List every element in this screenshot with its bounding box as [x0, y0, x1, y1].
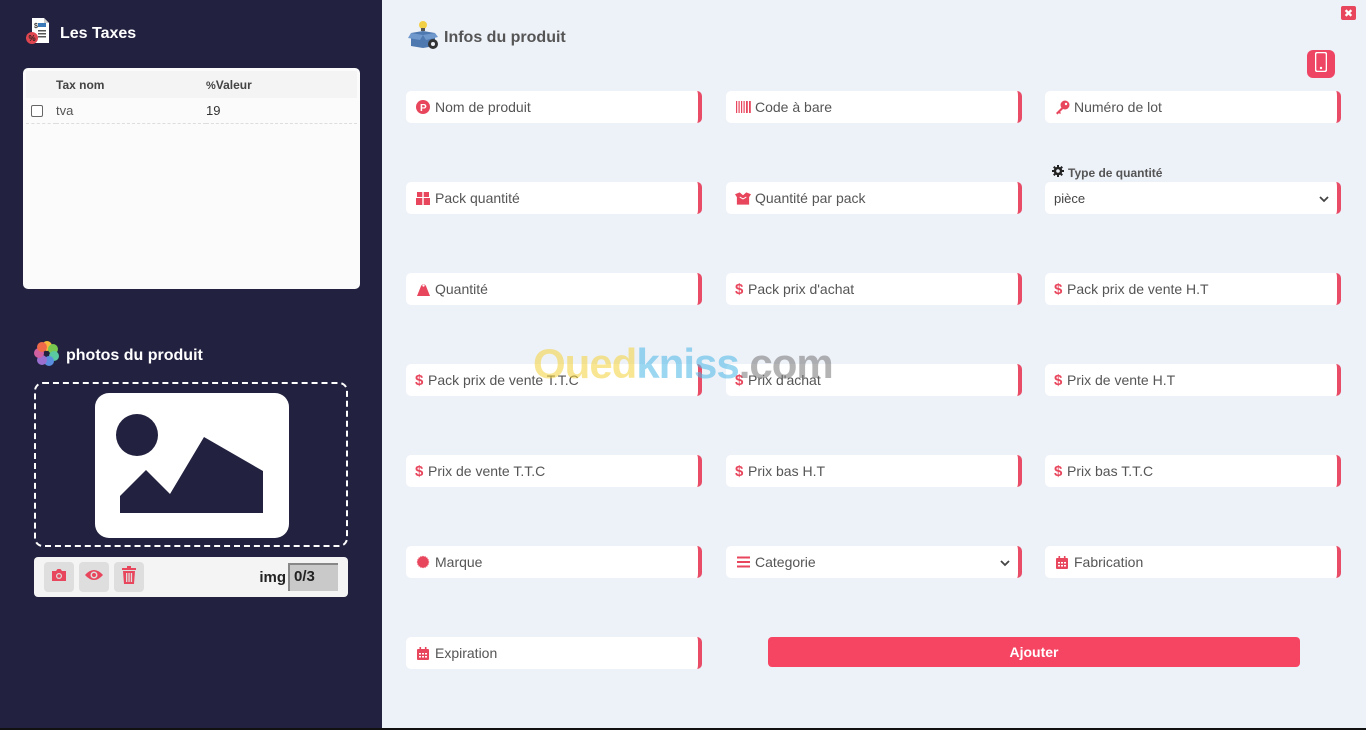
header-tax-value: %Valeur	[206, 71, 357, 98]
open-box-icon	[735, 190, 751, 206]
tax-name-cell: tva	[56, 98, 206, 124]
fabrication-date-input[interactable]: Fabrication	[1045, 546, 1341, 578]
prix-vente-ht-input[interactable]: $ Prix de vente H.T	[1045, 364, 1341, 396]
gear-icon	[1052, 165, 1064, 180]
percent-icon: %	[206, 79, 216, 92]
eye-icon	[84, 568, 104, 587]
chevron-down-icon	[1319, 190, 1329, 206]
prix-bas-ht-input[interactable]: $ Prix bas H.T	[726, 455, 1022, 487]
table-row[interactable]: tva 19	[26, 98, 357, 124]
ajouter-button[interactable]: Ajouter	[768, 637, 1300, 667]
numero-lot-input[interactable]: Numéro de lot	[1045, 91, 1341, 123]
img-label: img	[259, 568, 286, 586]
marque-input[interactable]: Marque	[406, 546, 702, 578]
dollar-icon: $	[1054, 462, 1063, 480]
quantite-par-pack-input[interactable]: Quantité par pack	[726, 182, 1022, 214]
header-checkbox-col	[26, 71, 56, 98]
photos-heading: photos du produit	[34, 340, 203, 371]
page-title-text: Infos du produit	[444, 28, 566, 46]
taxes-table-header: Tax nom %Valeur	[26, 71, 357, 98]
prix-achat-input[interactable]: $ Prix d'achat	[726, 364, 1022, 396]
code-barre-input[interactable]: Code à bare	[726, 91, 1022, 123]
type-quantite-label: Type de quantité	[1052, 165, 1162, 180]
camera-button[interactable]	[44, 562, 74, 592]
expiration-date-input[interactable]: Expiration	[406, 637, 702, 669]
quantite-input[interactable]: Quantité	[406, 273, 702, 305]
mobile-button[interactable]	[1307, 50, 1335, 78]
prix-vente-ttc-input[interactable]: $ Prix de vente T.T.C	[406, 455, 702, 487]
delete-button[interactable]	[114, 562, 144, 592]
product-box-icon	[408, 20, 440, 55]
header-tax-name: Tax nom	[56, 71, 206, 98]
pack-quantite-input[interactable]: Pack quantité	[406, 182, 702, 214]
list-icon	[735, 554, 751, 570]
close-icon: ✖	[1343, 7, 1354, 20]
certificate-icon	[415, 554, 431, 570]
view-button[interactable]	[79, 562, 109, 592]
sidebar: $ % Les Taxes Tax nom %Valeur tva 19 pho…	[0, 0, 382, 728]
dollar-icon: $	[1054, 280, 1063, 298]
photo-toolbar: img 0/3	[34, 557, 348, 597]
p-circle-icon: P	[415, 99, 431, 115]
categorie-select[interactable]: Categorie	[726, 546, 1022, 578]
image-placeholder-icon	[95, 393, 289, 538]
close-button[interactable]: ✖	[1341, 6, 1356, 20]
dollar-icon: $	[415, 462, 424, 480]
dollar-icon: $	[735, 371, 744, 389]
calendar-icon	[415, 645, 431, 661]
trash-icon	[122, 565, 136, 589]
calendar-icon	[1054, 554, 1070, 570]
tax-value-cell: 19	[206, 98, 357, 124]
img-count: 0/3	[288, 563, 338, 591]
dollar-icon: $	[415, 371, 424, 389]
chevron-down-icon	[1000, 554, 1010, 570]
taxes-table-card: Tax nom %Valeur tva 19	[23, 68, 360, 289]
photos-flower-icon	[34, 340, 60, 371]
photos-title: photos du produit	[66, 346, 203, 364]
svg-text:P: P	[420, 103, 427, 114]
pack-prix-vente-ttc-input[interactable]: $ Pack prix de vente T.T.C	[406, 364, 702, 396]
taxes-table: Tax nom %Valeur tva 19	[26, 71, 357, 124]
pack-prix-vente-ht-input[interactable]: $ Pack prix de vente H.T	[1045, 273, 1341, 305]
page-title: Infos du produit	[408, 20, 566, 55]
nom-produit-input[interactable]: P Nom de produit	[406, 91, 702, 123]
tax-document-icon: $ %	[24, 16, 54, 51]
weight-icon	[415, 281, 431, 297]
barcode-icon	[735, 99, 751, 115]
photo-drop-zone[interactable]	[34, 382, 348, 547]
type-quantite-select[interactable]: pièce	[1045, 182, 1341, 214]
camera-icon	[51, 568, 67, 587]
svg-text:%: %	[29, 34, 36, 43]
taxes-title: Les Taxes	[60, 24, 137, 42]
mobile-phone-icon	[1314, 51, 1328, 77]
dollar-icon: $	[1054, 371, 1063, 389]
gift-box-icon	[415, 190, 431, 206]
key-icon	[1054, 99, 1070, 115]
row-checkbox[interactable]	[31, 105, 43, 118]
dollar-icon: $	[735, 280, 744, 298]
taxes-heading: $ % Les Taxes	[24, 16, 136, 51]
prix-bas-ttc-input[interactable]: $ Prix bas T.T.C	[1045, 455, 1341, 487]
svg-text:$: $	[34, 23, 38, 30]
dollar-icon: $	[735, 462, 744, 480]
pack-prix-achat-input[interactable]: $ Pack prix d'achat	[726, 273, 1022, 305]
